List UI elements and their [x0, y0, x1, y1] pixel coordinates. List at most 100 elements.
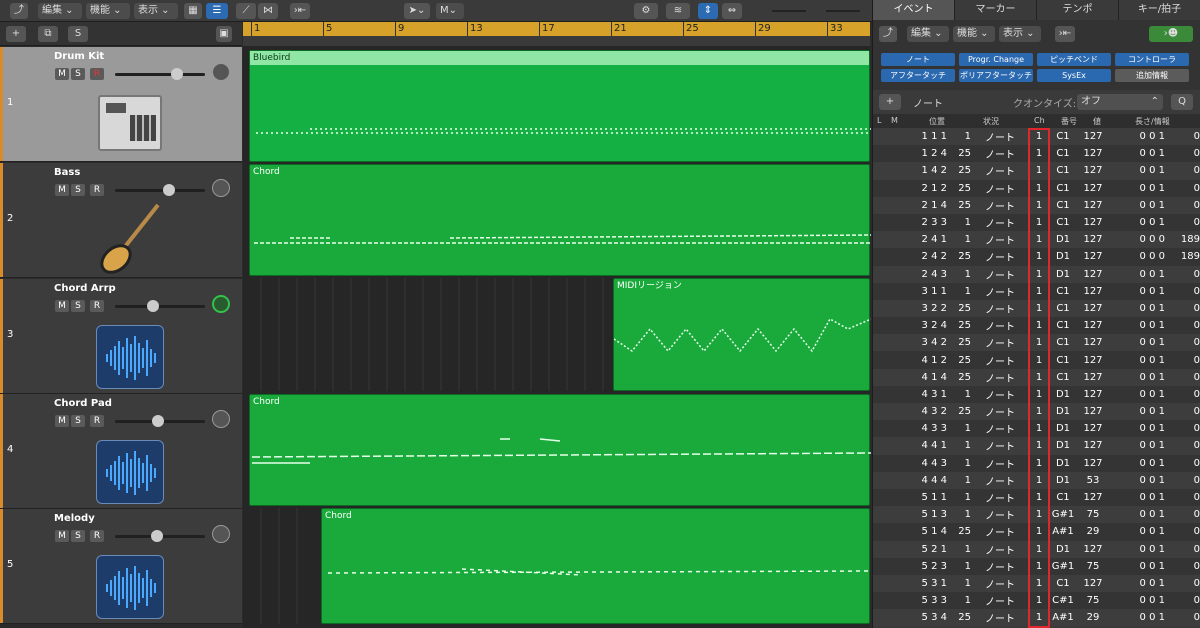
region-fold-icon[interactable]: ▣: [216, 26, 232, 42]
solo-button[interactable]: S: [71, 415, 85, 427]
column-header[interactable]: Ch: [1034, 116, 1045, 125]
column-header[interactable]: L: [877, 116, 881, 125]
column-header[interactable]: 状況: [983, 116, 999, 127]
column-header[interactable]: 番号: [1061, 116, 1077, 127]
mute-button[interactable]: M: [55, 300, 69, 312]
region-chord-melody[interactable]: Chord: [321, 508, 871, 624]
record-enable-button[interactable]: R: [90, 530, 104, 542]
filter-button[interactable]: 追加情報: [1115, 69, 1189, 82]
pointer-tool-icon[interactable]: ➤⌄: [404, 3, 430, 19]
column-header[interactable]: 位置: [929, 116, 945, 127]
quantize-button[interactable]: Q: [1171, 94, 1193, 110]
filter-button[interactable]: ノート: [881, 53, 955, 66]
vertical-zoom-icon[interactable]: ⇕: [698, 3, 718, 19]
record-enable-button[interactable]: R: [90, 300, 104, 312]
volume-knob[interactable]: [163, 184, 175, 196]
vertical-zoom-slider[interactable]: [772, 10, 806, 12]
region-chord-pad[interactable]: Chord: [249, 394, 871, 506]
mute-button[interactable]: M: [55, 184, 69, 196]
volume-slider[interactable]: [115, 530, 205, 542]
event-cell: ノート: [971, 403, 1029, 421]
volume-knob[interactable]: [171, 68, 183, 80]
track-3[interactable]: 3 Chord Arrp M S R: [0, 279, 242, 394]
functions-menu[interactable]: 機能 ⌄: [86, 3, 130, 19]
filter-button[interactable]: アフタータッチ: [881, 69, 955, 82]
volume-knob[interactable]: [147, 300, 159, 312]
tab-3[interactable]: キー/拍子: [1119, 0, 1200, 20]
secondary-tool[interactable]: M⌄: [436, 3, 464, 19]
solo-button[interactable]: S: [71, 68, 85, 80]
ruler[interactable]: 1 5 9 13 17 21 25 29 33: [243, 22, 870, 36]
volume-knob[interactable]: [151, 530, 163, 542]
track-2[interactable]: 2 Bass M S R: [0, 163, 242, 278]
column-header[interactable]: 長さ/情報: [1135, 116, 1170, 127]
flex-icon[interactable]: ⋈: [258, 3, 278, 19]
mute-button[interactable]: M: [55, 530, 69, 542]
solo-button[interactable]: S: [71, 300, 85, 312]
filter-button[interactable]: コントローラ: [1115, 53, 1189, 66]
waveform-zoom-icon[interactable]: ≋: [666, 3, 690, 19]
record-enable-button[interactable]: R: [90, 68, 104, 80]
mute-button[interactable]: M: [55, 68, 69, 80]
filter-button[interactable]: SysEx: [1037, 69, 1111, 82]
column-header[interactable]: M: [891, 116, 898, 125]
quantize-select[interactable]: オフ ⌃: [1077, 94, 1163, 110]
grid-icon[interactable]: ▦: [184, 3, 202, 19]
gear-icon[interactable]: ⚙: [634, 3, 658, 19]
functions-menu[interactable]: 機能 ⌄: [953, 26, 995, 42]
add-event-type[interactable]: ノート: [913, 95, 943, 110]
duplicate-track-icon[interactable]: ⧉: [38, 26, 58, 42]
track-name[interactable]: Drum Kit: [54, 51, 104, 62]
tab-0[interactable]: イベント: [873, 0, 955, 20]
edit-menu[interactable]: 編集 ⌄: [38, 3, 82, 19]
track-1[interactable]: 1 Drum Kit M S R: [0, 47, 242, 162]
list-icon[interactable]: ☰: [206, 3, 228, 19]
region-bluebird[interactable]: Bluebird: [249, 50, 871, 162]
horizontal-fit-icon[interactable]: ⇔: [722, 3, 742, 19]
track-name[interactable]: Melody: [54, 513, 95, 524]
view-menu[interactable]: 表示 ⌄: [999, 26, 1041, 42]
volume-slider[interactable]: [115, 184, 205, 196]
add-track-icon[interactable]: +: [6, 26, 26, 42]
back-icon[interactable]: ⤴: [879, 26, 897, 42]
pan-knob[interactable]: [212, 410, 230, 428]
back-icon[interactable]: ⤴: [10, 3, 28, 19]
track-4[interactable]: 4 Chord Pad M S R: [0, 394, 242, 509]
volume-knob[interactable]: [152, 415, 164, 427]
volume-slider[interactable]: [115, 415, 205, 427]
track-name[interactable]: Chord Arrp: [54, 283, 116, 294]
filter-button[interactable]: Progr. Change: [959, 53, 1033, 66]
mute-button[interactable]: M: [55, 415, 69, 427]
volume-slider[interactable]: [115, 68, 205, 80]
view-menu[interactable]: 表示 ⌄: [134, 3, 178, 19]
horizontal-zoom-slider[interactable]: [826, 10, 860, 12]
filter-button[interactable]: ピッチベンド: [1037, 53, 1111, 66]
solo-button[interactable]: S: [71, 184, 85, 196]
cycle-area[interactable]: [243, 36, 870, 46]
region-midi[interactable]: MIDIリージョン: [613, 278, 871, 391]
tab-2[interactable]: テンポ: [1037, 0, 1119, 20]
pan-knob[interactable]: [212, 295, 230, 313]
record-enable-button[interactable]: R: [90, 184, 104, 196]
midi-in-icon[interactable]: ›☻: [1149, 26, 1193, 42]
track-5[interactable]: 5 Melody M S R: [0, 509, 242, 624]
region-chord-bass[interactable]: Chord: [249, 164, 871, 276]
volume-slider[interactable]: [115, 300, 205, 312]
column-header[interactable]: 値: [1093, 116, 1101, 127]
automation-icon[interactable]: ⟋: [236, 3, 256, 19]
solo-button[interactable]: S: [71, 530, 85, 542]
track-name[interactable]: Bass: [54, 167, 80, 178]
pan-knob[interactable]: [212, 525, 230, 543]
add-event-button[interactable]: +: [879, 94, 901, 110]
record-enable-button[interactable]: R: [90, 415, 104, 427]
edit-menu[interactable]: 編集 ⌄: [907, 26, 949, 42]
catch-icon[interactable]: ›⇤: [1055, 26, 1075, 42]
track-name[interactable]: Chord Pad: [54, 398, 112, 409]
arrange-area[interactable]: Bluebird Chord MIDIリージョン Chord Chord: [243, 46, 871, 628]
catch-icon[interactable]: ›⇤: [290, 3, 310, 19]
global-solo-button[interactable]: S: [68, 26, 88, 42]
pan-knob[interactable]: [212, 179, 230, 197]
filter-button[interactable]: ポリアフタータッチ: [959, 69, 1033, 82]
pan-knob[interactable]: [212, 63, 230, 81]
tab-1[interactable]: マーカー: [955, 0, 1037, 20]
